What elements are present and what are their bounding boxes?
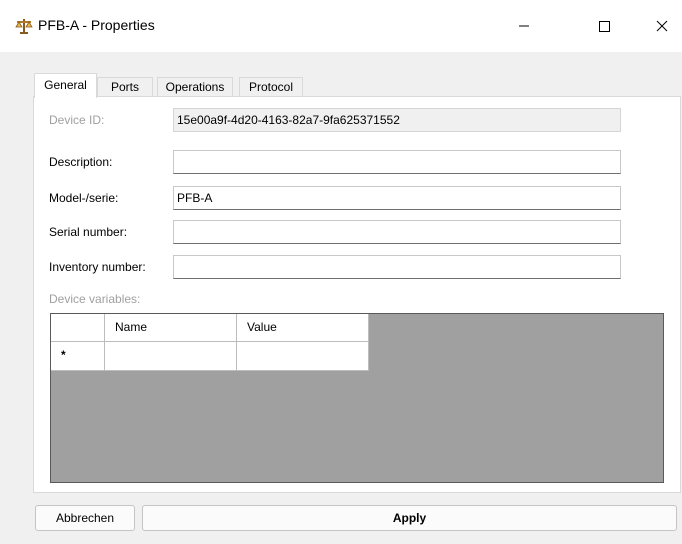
serial-number-label: Serial number: [49,225,128,239]
tab-general[interactable]: General [34,73,97,98]
properties-window: PFB-A - Properties General Ports Operati… [0,0,682,544]
device-variables-grid[interactable]: Name Value * [50,313,664,483]
tab-operations[interactable]: Operations [157,77,233,97]
new-row-value-cell[interactable] [237,342,369,371]
device-variables-label: Device variables: [49,292,141,306]
new-row-name-cell[interactable] [105,342,237,371]
inventory-number-label: Inventory number: [49,260,146,274]
cancel-button[interactable]: Abbrechen [35,505,135,531]
tab-protocol[interactable]: Protocol [239,77,303,97]
maximize-button[interactable] [582,10,626,42]
device-id-field: 15e00a9f-4d20-4163-82a7-9fa625371552 [173,108,621,132]
model-field[interactable]: PFB-A [173,186,621,210]
apply-button[interactable]: Apply [142,505,677,531]
description-label: Description: [49,155,113,169]
scale-icon [15,18,33,34]
title-bar[interactable]: PFB-A - Properties [0,0,682,52]
description-field[interactable] [173,150,621,174]
maximize-icon [599,21,610,32]
minimize-icon [519,25,529,27]
model-label: Model-/serie: [49,191,119,205]
grid-header-name[interactable]: Name [105,314,237,342]
grid-corner-cell [51,314,105,342]
serial-number-field[interactable] [173,220,621,244]
new-row-marker[interactable]: * [51,342,105,371]
minimize-button[interactable] [502,10,546,42]
close-button[interactable] [640,10,682,42]
tab-ports[interactable]: Ports [97,77,153,97]
close-icon [656,20,668,32]
device-id-label: Device ID: [49,113,105,127]
inventory-number-field[interactable] [173,255,621,279]
grid-header-value[interactable]: Value [237,314,369,342]
window-title: PFB-A - Properties [38,17,155,33]
